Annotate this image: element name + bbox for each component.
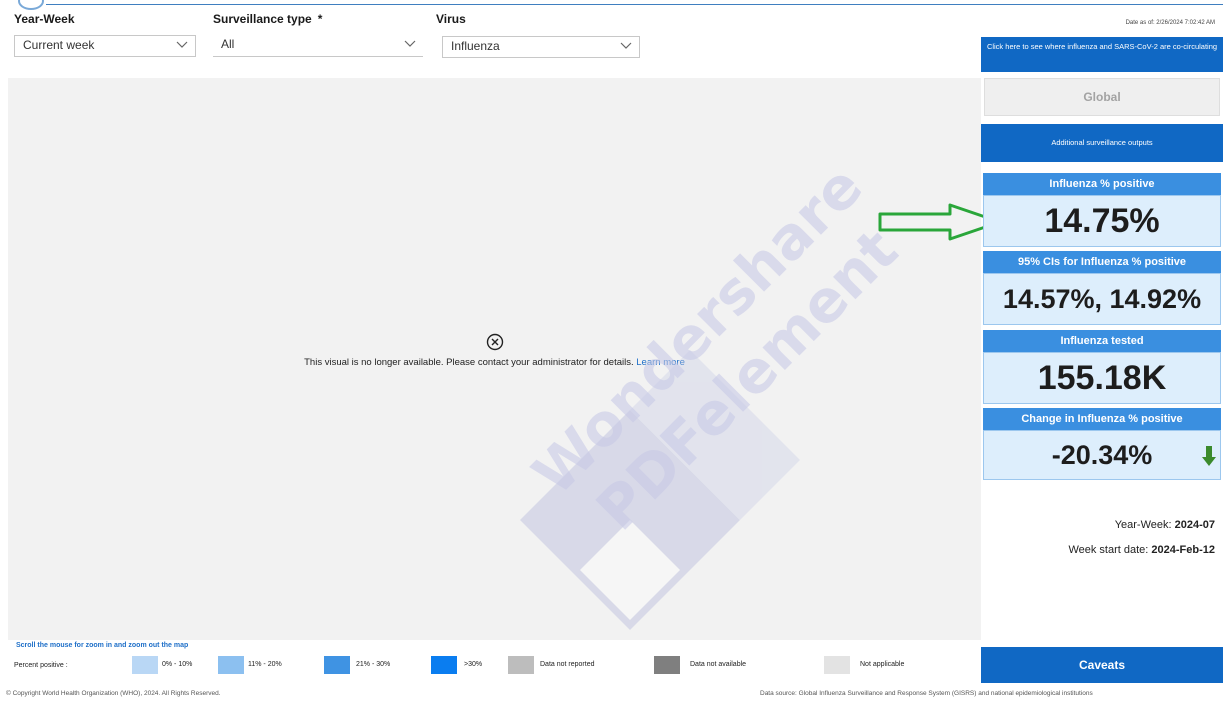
global-button[interactable]: Global	[984, 78, 1220, 116]
card-title-tested: Influenza tested	[983, 330, 1221, 352]
year-week-label: Year-Week	[14, 12, 75, 26]
legend-swatch	[218, 656, 244, 674]
copyright-text: © Copyright World Health Organization (W…	[6, 690, 221, 697]
caveats-button[interactable]: Caveats	[981, 647, 1223, 683]
legend-label: Data not available	[690, 661, 747, 668]
error-circle-x-icon	[486, 333, 503, 351]
legend-swatch	[132, 656, 158, 674]
virus-value: Influenza	[451, 39, 500, 53]
card-title-percent-positive: Influenza % positive	[983, 173, 1221, 195]
legend-label: >30%	[464, 661, 483, 668]
visual-unavailable-notice: This visual is no longer available. Plea…	[8, 333, 981, 368]
chevron-down-icon	[404, 40, 416, 47]
legend-label: Data not reported	[540, 661, 595, 668]
virus-select[interactable]: Influenza	[442, 36, 640, 58]
legend-label: 11% - 20%	[248, 661, 282, 668]
card-value-percent-positive: 14.75%	[983, 195, 1221, 247]
legend-title: Percent positive :	[14, 662, 68, 669]
surveillance-type-label-wrap: Surveillance type *	[213, 12, 322, 26]
date-as-of: Date as of: 2/26/2024 7:02:42 AM	[1125, 20, 1215, 26]
legend-swatch	[654, 656, 680, 674]
week-start-label: Week start date:	[1068, 544, 1149, 556]
card-value-change-wrap: -20.34%	[983, 430, 1221, 480]
week-start-value: 2024-Feb-12	[1151, 544, 1215, 556]
right-panel: Date as of: 2/26/2024 7:02:42 AM Click h…	[981, 0, 1223, 702]
card-title-ci: 95% CIs for Influenza % positive	[983, 251, 1221, 273]
card-value-ci: 14.57%, 14.92%	[983, 273, 1221, 325]
legend-swatch	[324, 656, 350, 674]
surveillance-type-label: Surveillance type	[213, 12, 312, 26]
unavailable-message: This visual is no longer available. Plea…	[304, 357, 634, 368]
surveillance-type-select[interactable]: All	[213, 35, 423, 57]
cocirculating-button[interactable]: Click here to see where influenza and SA…	[981, 37, 1223, 72]
year-week-select[interactable]: Current week	[14, 35, 196, 57]
year-week-info-label: Year-Week:	[1114, 519, 1172, 531]
card-value-tested: 155.18K	[983, 352, 1221, 404]
learn-more-link[interactable]: Learn more	[636, 357, 685, 368]
week-start-info: Week start date: 2024-Feb-12	[1068, 544, 1215, 556]
year-week-info: Year-Week: 2024-07	[1115, 519, 1215, 531]
year-week-value: Current week	[23, 38, 95, 52]
year-week-info-value: 2024-07	[1174, 519, 1215, 531]
map-visual-area[interactable]: This visual is no longer available. Plea…	[8, 78, 981, 640]
legend-label: Not applicable	[860, 661, 905, 668]
legend-label: 0% - 10%	[162, 661, 193, 668]
required-mark: *	[317, 12, 323, 26]
virus-label: Virus	[436, 12, 466, 26]
legend-swatch	[508, 656, 534, 674]
legend-swatch	[431, 656, 457, 674]
chevron-down-icon	[176, 41, 188, 48]
chevron-down-icon	[620, 42, 632, 49]
surveillance-type-value: All	[221, 37, 235, 51]
data-source-text: Data source: Global Influenza Surveillan…	[760, 690, 1093, 697]
legend-swatch	[824, 656, 850, 674]
down-arrow-icon	[1202, 446, 1216, 466]
legend-label: 21% - 30%	[356, 661, 391, 668]
who-logo-icon	[18, 0, 44, 10]
card-title-change: Change in Influenza % positive	[983, 408, 1221, 430]
card-value-change: -20.34%	[1051, 440, 1153, 470]
scroll-zoom-hint: Scroll the mouse for zoom in and zoom ou…	[16, 642, 189, 649]
additional-outputs-button[interactable]: Additional surveillance outputs	[981, 124, 1223, 162]
